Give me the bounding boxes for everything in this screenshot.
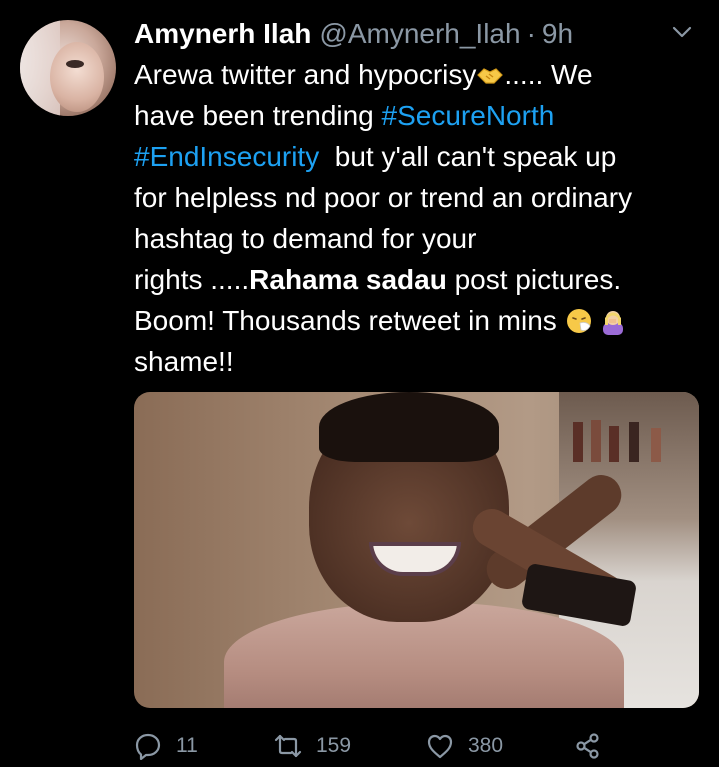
tweet-line: Boom! Thousands retweet in mins [134,300,694,341]
handshake-emoji [477,68,504,84]
tweet-line: for helpless nd poor or trend an ordinar… [134,182,633,213]
image-shelf-item [573,422,583,462]
image-shelf-item [651,428,661,462]
timestamp[interactable]: 9h [542,18,573,50]
tweet-line: Arewa twitter and hypocrisy ..... We [134,54,694,95]
hashtag-securenorth[interactable]: #SecureNorth [382,100,555,131]
tweet-line: hashtag to demand for your [134,223,477,254]
like-button[interactable]: 380 [426,728,503,764]
tweet-actions: 11 159 380 [134,728,614,764]
share-icon [576,733,599,759]
bold-name: Rahama sadau [249,264,447,295]
image-hair [319,392,499,462]
text-segment: but y'all can't speak up [319,141,617,172]
retweet-icon [274,734,302,758]
reply-button[interactable]: 11 [134,728,198,764]
image-shelf-item [629,422,639,462]
like-icon [427,734,453,759]
tweet-line: shame!! [134,346,234,377]
tweet-line: have been trending #SecureNorth [134,95,694,136]
avatar-eye [66,60,84,68]
author-handle[interactable]: @Amynerh_Ilah [319,18,520,50]
tweet-line: #EndInsecurity but y'all can't speak up [134,136,694,177]
chevron-down-icon[interactable] [671,24,693,40]
separator: · [526,18,536,49]
tweet[interactable]: Amynerh Ilah @Amynerh_Ilah · 9h Arewa tw… [0,0,719,767]
tweet-text: Arewa twitter and hypocrisy ..... We hav… [134,54,694,382]
reply-count: 11 [176,734,198,757]
text-segment: have been trending [134,100,382,131]
tweet-header: Amynerh Ilah @Amynerh_Ilah · 9h [134,14,573,54]
text-segment: Boom! Thousands retweet in mins [134,305,565,336]
like-count: 380 [468,734,504,757]
share-button[interactable] [574,728,616,764]
avatar[interactable] [20,20,116,116]
hashtag-endinsecurity[interactable]: #EndInsecurity [134,141,319,172]
retweet-button[interactable]: 159 [274,728,351,764]
sneezing-face-emoji [566,309,591,333]
reply-icon [135,733,161,760]
tweet-line: rights .....Rahama sadau post pictures. [134,259,694,300]
image-shelf-item [609,426,619,462]
author-name[interactable]: Amynerh Ilah [134,18,311,50]
text-segment: ..... We [504,59,593,90]
image-shelf-item [591,420,601,462]
avatar-face [50,42,104,112]
text-segment: Arewa twitter and hypocrisy [134,59,477,90]
retweet-count: 159 [316,734,352,757]
text-segment: post pictures. [446,264,622,295]
woman-facepalming-emoji [602,311,623,335]
text-segment: rights ..... [134,264,250,295]
tweet-media-image[interactable] [134,392,699,708]
